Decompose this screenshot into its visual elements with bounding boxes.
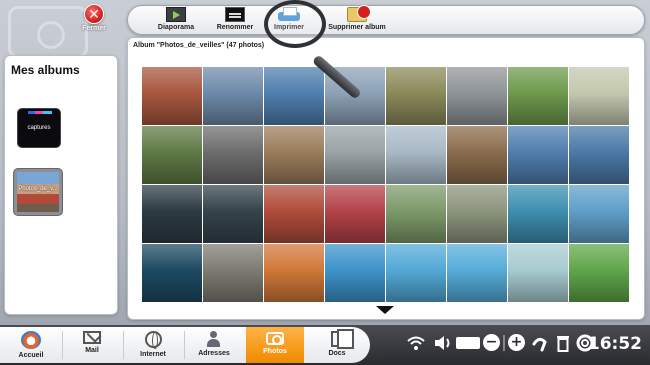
contacts-icon xyxy=(205,331,223,347)
photo-thumbnail[interactable] xyxy=(386,185,446,243)
taskbar-item-contacts[interactable]: Adresses xyxy=(185,327,243,363)
photo-thumbnail[interactable] xyxy=(325,126,385,184)
volume-down-icon[interactable]: − xyxy=(483,334,500,351)
photo-thumbnail[interactable] xyxy=(447,185,507,243)
photo-thumbnail[interactable] xyxy=(508,126,568,184)
photo-thumbnail[interactable] xyxy=(142,126,202,184)
photo-thumbnail[interactable] xyxy=(203,126,263,184)
divider xyxy=(503,335,505,351)
photo-thumbnail[interactable] xyxy=(447,126,507,184)
taskbar-item-mail[interactable]: Mail xyxy=(63,327,121,363)
photo-thumbnail[interactable] xyxy=(325,185,385,243)
close-button[interactable]: ✕ Fermer xyxy=(76,4,112,34)
globe-icon xyxy=(144,331,162,349)
photo-thumbnail[interactable] xyxy=(142,244,202,302)
photo-thumbnail[interactable] xyxy=(142,67,202,125)
photo-thumbnail[interactable] xyxy=(264,67,324,125)
clock: 16:52 xyxy=(587,334,642,354)
taskbar-label: Accueil xyxy=(18,352,44,359)
photo-thumbnail[interactable] xyxy=(203,185,263,243)
home-icon xyxy=(21,331,41,349)
photo-thumbnail[interactable] xyxy=(264,185,324,243)
taskbar-label: Internet xyxy=(140,351,166,358)
rename-button[interactable]: Renommer xyxy=(205,7,265,34)
wifi-icon[interactable] xyxy=(406,335,426,351)
photo-thumbnail[interactable] xyxy=(142,185,202,243)
album-toolbar: Diaporama Renommer Imprimer Supprimer al… xyxy=(127,5,645,35)
zoom-in-icon[interactable]: + xyxy=(508,334,525,351)
sidebar-title: Mes albums xyxy=(11,63,80,77)
taskbar: Accueil Mail Internet Adresses Photos Do… xyxy=(0,325,650,365)
photo-thumbnail[interactable] xyxy=(569,244,629,302)
album-captures-label: captures xyxy=(27,125,51,131)
close-button-label: Fermer xyxy=(82,25,106,32)
photo-thumbnail[interactable] xyxy=(386,244,446,302)
photo-grid xyxy=(142,67,631,303)
photo-thumbnail[interactable] xyxy=(325,244,385,302)
photo-thumbnail[interactable] xyxy=(447,244,507,302)
taskbar-label: Adresses xyxy=(198,350,230,357)
albums-sidebar: Mes albums captures Photos_de_v... xyxy=(4,55,118,315)
album-content-panel: Album "Photos_de_veilles" (47 photos) xyxy=(127,37,645,320)
trash-icon[interactable] xyxy=(556,334,570,352)
docs-icon xyxy=(330,329,354,349)
album-captures[interactable]: captures xyxy=(17,108,61,148)
taskbar-label: Mail xyxy=(85,347,99,354)
album-photos-de-veilles[interactable]: Photos_de_v... xyxy=(13,168,63,216)
camera-icon xyxy=(266,332,284,345)
delete-album-button[interactable]: Supprimer album xyxy=(321,5,393,34)
volume-level-bar[interactable] xyxy=(456,337,480,349)
photo-thumbnail[interactable] xyxy=(569,185,629,243)
print-label: Imprimer xyxy=(274,24,304,31)
photo-thumbnail[interactable] xyxy=(264,126,324,184)
printer-icon xyxy=(278,7,300,22)
photo-thumbnail[interactable] xyxy=(508,244,568,302)
album-title: Album "Photos_de_veilles" (47 photos) xyxy=(133,42,265,49)
undo-arrow-icon[interactable] xyxy=(530,334,548,352)
slideshow-label: Diaporama xyxy=(157,24,195,31)
photo-thumbnail[interactable] xyxy=(569,126,629,184)
photo-thumbnail[interactable] xyxy=(508,67,568,125)
mail-icon xyxy=(83,331,101,344)
delete-album-label: Supprimer album xyxy=(328,24,386,31)
rename-label: Renommer xyxy=(216,24,254,31)
delete-album-icon xyxy=(347,5,371,22)
album-photos-thumbnail: Photos_de_v... xyxy=(17,172,59,212)
photo-thumbnail[interactable] xyxy=(447,67,507,125)
photo-thumbnail[interactable] xyxy=(386,67,446,125)
taskbar-item-home[interactable]: Accueil xyxy=(2,327,60,363)
photo-thumbnail[interactable] xyxy=(508,185,568,243)
photo-thumbnail[interactable] xyxy=(264,244,324,302)
photo-thumbnail[interactable] xyxy=(569,67,629,125)
taskbar-label: Docs xyxy=(328,350,346,357)
slideshow-icon xyxy=(166,7,186,22)
photo-thumbnail[interactable] xyxy=(203,67,263,125)
taskbar-item-internet[interactable]: Internet xyxy=(124,327,182,363)
rename-icon xyxy=(225,7,245,22)
print-button[interactable]: Imprimer xyxy=(259,7,319,34)
album-photos-label: Photos_de_v... xyxy=(18,186,58,192)
taskbar-apps: Accueil Mail Internet Adresses Photos Do… xyxy=(0,327,370,363)
taskbar-label: Photos xyxy=(263,348,287,355)
scroll-down-arrow-icon[interactable] xyxy=(376,306,394,314)
taskbar-item-docs[interactable]: Docs xyxy=(308,327,366,363)
volume-icon[interactable] xyxy=(434,335,452,351)
photo-thumbnail[interactable] xyxy=(386,126,446,184)
photo-thumbnail[interactable] xyxy=(325,67,385,125)
close-icon: ✕ xyxy=(84,4,104,24)
taskbar-item-photos[interactable]: Photos xyxy=(246,327,304,363)
photo-thumbnail[interactable] xyxy=(203,244,263,302)
slideshow-button[interactable]: Diaporama xyxy=(146,7,206,34)
